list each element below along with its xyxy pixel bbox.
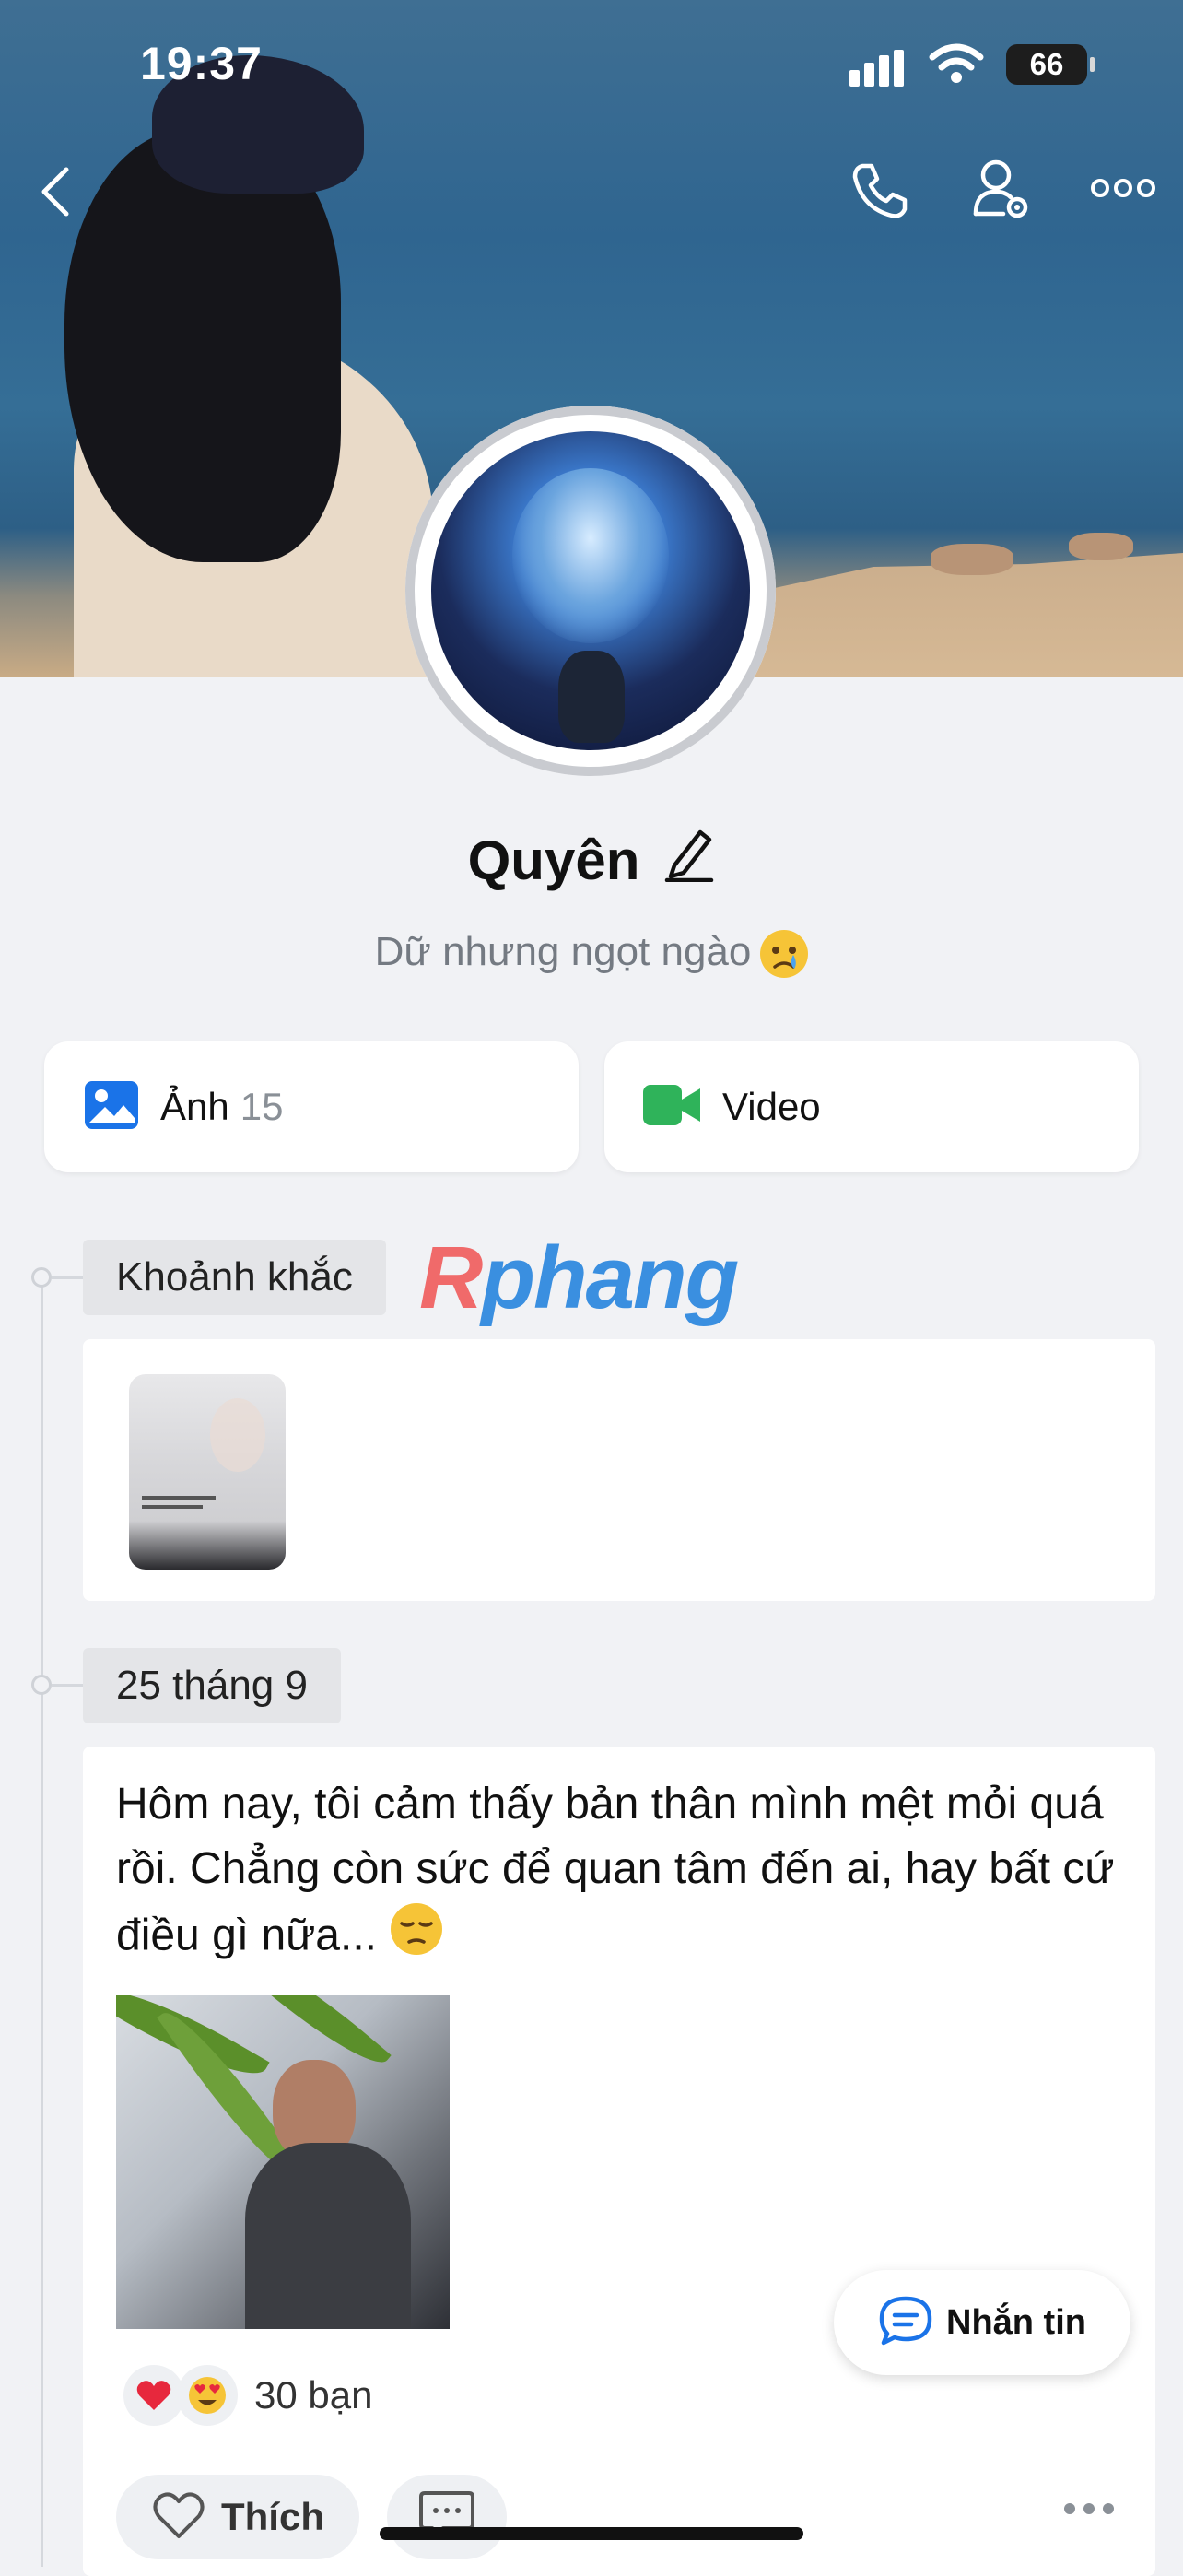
photo-body	[245, 2143, 411, 2329]
moments-panel	[83, 1339, 1155, 1601]
avatar-lion-art	[512, 468, 669, 643]
post-text-row: Hôm nay, tôi cảm thấy bản thân mình mệt …	[116, 1772, 1130, 1975]
user-settings-icon[interactable]	[972, 157, 1033, 226]
phone-icon[interactable]	[849, 160, 910, 226]
photo-icon	[85, 1080, 138, 1134]
top-nav	[0, 157, 1183, 230]
message-label: Nhắn tin	[946, 2302, 1086, 2342]
moment-text-line	[142, 1505, 203, 1509]
heart-eyes-reaction-icon	[177, 2365, 238, 2426]
heart-reaction-icon	[123, 2365, 184, 2426]
chat-icon	[878, 2295, 933, 2351]
reactions-row[interactable]: 30 bạn	[123, 2362, 372, 2429]
signal-icon	[849, 50, 908, 87]
post-text: Hôm nay, tôi cảm thấy bản thân mình mệt …	[116, 1780, 1115, 1960]
photos-label: Ảnh	[160, 1085, 229, 1128]
battery-icon: 66	[1006, 44, 1095, 85]
date-tag: 25 tháng 9	[83, 1648, 341, 1723]
pensive-face-icon	[389, 1901, 444, 1975]
timeline-tick	[52, 1276, 85, 1279]
moment-face	[210, 1398, 265, 1472]
moment-thumbnail[interactable]	[129, 1374, 286, 1570]
timeline-dot	[31, 1267, 52, 1288]
timeline-tick	[52, 1684, 85, 1687]
profile-name-row: Quyên	[0, 825, 1183, 895]
edit-icon[interactable]	[663, 825, 715, 895]
video-label: Video	[722, 1085, 821, 1128]
status-time: 19:37	[140, 38, 263, 89]
post-photo[interactable]	[116, 1995, 450, 2329]
profile-bio-row: Dữ nhưng ngọt ngào	[0, 929, 1183, 979]
comment-button[interactable]	[387, 2475, 507, 2559]
home-indicator[interactable]	[380, 2527, 803, 2540]
more-icon[interactable]	[1091, 177, 1155, 204]
timeline-dot	[31, 1675, 52, 1695]
post-more-icon[interactable]	[1063, 2502, 1115, 2520]
status-bar: 19:37 66	[0, 37, 1183, 101]
photos-card[interactable]: Ảnh 15	[44, 1041, 579, 1172]
post-card: Hôm nay, tôi cảm thấy bản thân mình mệt …	[83, 1747, 1155, 2576]
moments-tag: Khoảnh khắc	[83, 1240, 386, 1315]
like-label: Thích	[221, 2495, 324, 2538]
timeline-line	[41, 1276, 43, 2567]
profile-name: Quyên	[467, 829, 640, 891]
message-button[interactable]: Nhắn tin	[834, 2270, 1130, 2375]
like-button[interactable]: Thích	[116, 2475, 359, 2559]
watermark: Rphang	[419, 1229, 739, 1327]
video-icon	[643, 1083, 700, 1132]
cover-rock	[1069, 533, 1133, 560]
wifi-icon	[929, 42, 984, 89]
back-icon[interactable]	[37, 164, 74, 224]
heart-icon	[151, 2490, 206, 2545]
photos-count: 15	[240, 1085, 284, 1128]
cover-rock	[931, 544, 1013, 575]
moment-text-line	[142, 1496, 216, 1500]
crying-face-icon	[760, 930, 809, 979]
avatar-ring[interactable]	[405, 406, 776, 776]
reactions-count: 30 bạn	[254, 2373, 373, 2417]
avatar-cub-art	[558, 651, 625, 743]
video-card[interactable]: Video	[604, 1041, 1139, 1172]
avatar[interactable]	[431, 431, 750, 750]
profile-bio: Dữ nhưng ngọt ngào	[374, 929, 752, 974]
